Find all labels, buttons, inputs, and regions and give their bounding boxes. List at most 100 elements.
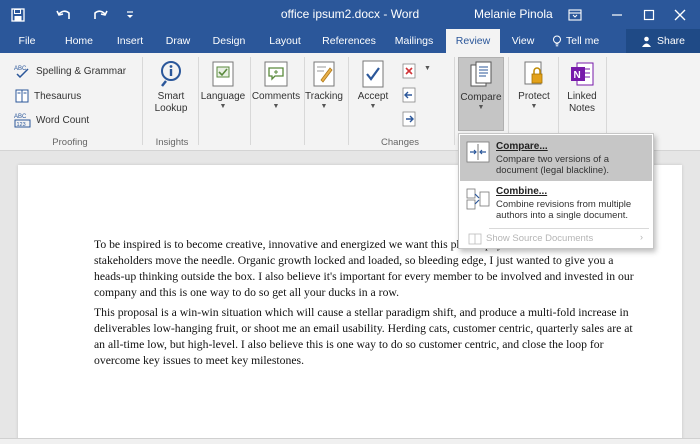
chevron-right-icon: › xyxy=(640,232,643,242)
chevron-down-icon: ▼ xyxy=(477,104,485,111)
chevron-down-icon: ▼ xyxy=(219,103,227,110)
combine-menu-item[interactable]: Combine... Combine revisions from multip… xyxy=(460,182,652,226)
compare-menu-item[interactable]: Compare... Compare two versions of a doc… xyxy=(460,135,652,181)
tab-layout[interactable]: Layout xyxy=(262,29,308,53)
previous-change-icon[interactable] xyxy=(402,87,416,106)
chevron-down-icon: ▼ xyxy=(320,103,328,110)
svg-text:ABC: ABC xyxy=(14,114,27,120)
save-icon[interactable] xyxy=(6,0,30,29)
ribbon-display-options-icon[interactable] xyxy=(554,0,596,29)
thesaurus-label: Thesaurus xyxy=(34,90,82,102)
undo-icon[interactable] xyxy=(52,0,76,29)
linked-notes-label-1: Linked xyxy=(567,91,597,102)
tracking-button[interactable]: Tracking ▼ xyxy=(302,59,346,111)
compare-label: Compare xyxy=(460,92,502,103)
combine-menu-description: Combine revisions from multiple authors … xyxy=(496,199,632,221)
tab-mailings[interactable]: Mailings xyxy=(388,29,440,53)
tab-insert[interactable]: Insert xyxy=(110,29,150,53)
linked-notes-label-2: Notes xyxy=(568,103,596,114)
customize-qat-icon[interactable] xyxy=(122,0,138,29)
tab-draw[interactable]: Draw xyxy=(160,29,196,53)
chevron-down-icon: ▼ xyxy=(369,103,377,110)
compare-icon xyxy=(467,60,495,90)
protect-label: Protect xyxy=(518,91,550,102)
vertical-scrollbar[interactable] xyxy=(690,165,700,438)
spelling-icon: ABC xyxy=(14,66,29,78)
person-icon xyxy=(641,36,651,47)
word-count-icon: ABC 123 xyxy=(14,114,31,128)
combine-menu-title: Combine... xyxy=(496,186,548,197)
status-bar xyxy=(0,438,700,444)
chevron-down-icon: ▼ xyxy=(530,103,538,110)
group-divider xyxy=(558,57,559,145)
group-divider xyxy=(606,57,607,145)
insights-group-label: Insights xyxy=(155,137,189,148)
tab-design[interactable]: Design xyxy=(206,29,252,53)
show-source-documents-label: Show Source Documents xyxy=(486,233,594,244)
group-divider xyxy=(348,57,349,145)
language-label: Language xyxy=(200,91,246,102)
comment-icon xyxy=(262,59,290,89)
smart-lookup-button[interactable]: Smart Lookup xyxy=(148,59,194,115)
close-icon[interactable] xyxy=(660,0,700,29)
protect-button[interactable]: Protect ▼ xyxy=(512,59,556,111)
share-label: Share xyxy=(656,35,686,47)
compare-documents-icon xyxy=(466,141,490,163)
chevron-down-icon[interactable]: ▼ xyxy=(424,65,431,72)
paragraph-2[interactable]: This proposal is a win-win situation whi… xyxy=(94,305,634,369)
word-count-label: Word Count xyxy=(36,114,90,126)
linked-notes-button[interactable]: N Linked Notes xyxy=(560,59,604,115)
accept-label: Accept xyxy=(357,91,389,102)
accept-button[interactable]: Accept ▼ xyxy=(352,59,394,111)
compare-dropdown-menu: Compare... Compare two versions of a doc… xyxy=(458,133,654,249)
tab-review[interactable]: Review xyxy=(446,29,500,53)
chevron-down-icon: ▼ xyxy=(272,103,280,110)
tell-me-box[interactable]: Tell me xyxy=(552,29,599,53)
show-source-documents-item: Show Source Documents › xyxy=(460,230,652,248)
compare-menu-title: Compare... xyxy=(496,141,548,152)
changes-group-label: Changes xyxy=(380,137,420,148)
comments-button[interactable]: Comments ▼ xyxy=(250,59,302,111)
user-name[interactable]: Melanie Pinola xyxy=(474,7,553,21)
onenote-icon: N xyxy=(568,59,596,89)
next-change-icon[interactable] xyxy=(402,111,416,130)
language-button[interactable]: Language ▼ xyxy=(200,59,246,111)
tab-references[interactable]: References xyxy=(318,29,380,53)
redo-icon[interactable] xyxy=(88,0,112,29)
group-divider xyxy=(508,57,509,145)
compare-menu-description: Compare two versions of a document (lega… xyxy=(496,154,610,176)
group-divider xyxy=(142,57,143,145)
smart-lookup-label-1: Smart xyxy=(157,91,185,102)
smart-lookup-icon xyxy=(157,59,185,89)
ribbon-tabs: File Home Insert Draw Design Layout Refe… xyxy=(0,29,700,53)
tell-me-label: Tell me xyxy=(566,35,600,47)
track-changes-icon xyxy=(310,59,338,89)
book-icon xyxy=(15,89,29,103)
svg-text:123: 123 xyxy=(17,122,26,128)
lightbulb-icon xyxy=(553,35,561,47)
compare-button[interactable]: Compare ▼ xyxy=(458,57,504,131)
title-bar: office ipsum2.docx - Word Melanie Pinola xyxy=(0,0,700,29)
reject-icon[interactable] xyxy=(402,63,416,82)
share-button[interactable]: Share xyxy=(626,29,700,53)
group-divider xyxy=(454,57,455,145)
tab-file[interactable]: File xyxy=(10,29,44,53)
accept-icon xyxy=(359,59,387,89)
smart-lookup-label-2: Lookup xyxy=(154,103,188,114)
tab-home[interactable]: Home xyxy=(58,29,100,53)
spelling-label: Spelling & Grammar xyxy=(36,65,127,77)
proofing-group-label: Proofing xyxy=(52,137,88,148)
spelling-grammar-button[interactable]: ABC Spelling & Grammar xyxy=(14,61,126,81)
menu-separator xyxy=(489,228,649,229)
comments-label: Comments xyxy=(251,91,301,102)
combine-documents-icon xyxy=(466,188,490,210)
language-icon xyxy=(209,59,237,89)
lock-icon xyxy=(520,59,548,89)
svg-text:N: N xyxy=(574,70,581,81)
group-divider xyxy=(198,57,199,145)
thesaurus-button[interactable]: Thesaurus xyxy=(14,86,81,106)
word-count-button[interactable]: ABC 123 Word Count xyxy=(14,110,89,130)
tab-view[interactable]: View xyxy=(506,29,540,53)
source-documents-icon xyxy=(468,233,482,245)
tracking-label: Tracking xyxy=(305,91,343,102)
